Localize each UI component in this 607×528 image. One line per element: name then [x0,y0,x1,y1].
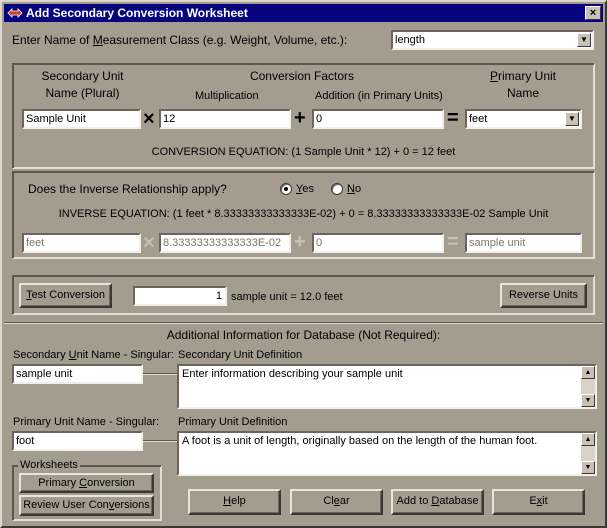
multiplication-input[interactable]: 12 [159,109,291,129]
primary-definition-label: Primary Unit Definition [178,416,288,428]
primary-definition-textarea[interactable]: A foot is a unit of length, originally b… [177,431,597,476]
inverse-yes-radio[interactable] [280,183,292,195]
help-button[interactable]: Help [188,489,281,515]
inverse-equation: INVERSE EQUATION: (1 feet * 8.3333333333… [58,208,549,220]
review-user-conversions-button[interactable]: Review User Conversions [19,495,154,516]
primary-unit-header-1: Primary Unit [489,69,557,83]
inverse-no-radio[interactable] [331,183,343,195]
scroll-up-icon[interactable]: ▲ [581,433,595,446]
primary-unit-header-2: Name [506,86,539,100]
inverse-from-unit: feet [22,233,141,253]
primary-conversion-button[interactable]: Primary Conversion [19,473,154,493]
connector-line [143,440,178,442]
conversion-equation: CONVERSION EQUATION: (1 Sample Unit * 12… [151,146,456,158]
scroll-down-icon[interactable]: ▼ [581,394,595,407]
chevron-down-icon[interactable]: ▼ [577,33,591,47]
measurement-class-combo[interactable]: length ▼ [391,30,594,50]
secondary-unit-header-2: Name (Plural) [45,86,120,100]
inverse-equals-sign: = [447,231,459,253]
app-icon [7,8,23,18]
secondary-unit-input[interactable]: Sample Unit [22,109,141,129]
secondary-definition-label: Secondary Unit Definition [178,349,303,361]
equals-sign: = [447,107,459,129]
inverse-to-unit: sample unit [465,233,582,253]
primary-singular-label: Primary Unit Name - Singular: [13,416,160,428]
plus-sign: + [294,107,306,129]
secondary-definition-scrollbar[interactable]: ▲ ▼ [581,366,595,407]
secondary-definition-textarea[interactable]: Enter information describing your sample… [177,364,597,409]
primary-definition-scrollbar[interactable]: ▲ ▼ [581,433,595,474]
worksheets-group-title: Worksheets [18,459,80,471]
secondary-definition-text: Enter information describing your sample… [182,368,403,380]
measurement-class-label: Enter Name of Measurement Class (e.g. We… [12,33,348,47]
measurement-class-value: length [395,34,425,46]
inverse-yes-label[interactable]: Yes [296,183,314,195]
window-title: Add Secondary Conversion Worksheet [26,6,248,20]
inverse-times-sign: × [143,232,155,254]
exit-button[interactable]: Exit [492,489,585,515]
close-icon: × [589,7,597,19]
multiplication-header: Multiplication [195,90,259,102]
inverse-multiplication: 8.33333333333333E-02 [159,233,291,253]
connector-line [143,373,178,375]
close-button[interactable]: × [585,6,601,20]
primary-definition-text: A foot is a unit of length, originally b… [182,435,538,447]
test-result: sample unit = 12.0 feet [231,291,343,303]
inverse-addition: 0 [312,233,444,253]
test-conversion-button[interactable]: Test Conversion [19,283,112,308]
add-to-database-button[interactable]: Add to Database [391,489,484,515]
scroll-down-icon[interactable]: ▼ [581,461,595,474]
addition-input[interactable]: 0 [312,109,444,129]
additional-info-heading: Additional Information for Database (Not… [166,328,441,342]
worksheet-window: Add Secondary Conversion Worksheet × Ent… [0,0,607,528]
addition-header: Addition (in Primary Units) [315,90,443,102]
secondary-singular-label: Secondary Unit Name - Singular: [13,349,174,361]
scroll-up-icon[interactable]: ▲ [581,366,595,379]
inverse-question: Does the Inverse Relationship apply? [28,182,227,196]
primary-singular-input[interactable]: foot [12,431,143,451]
test-amount-input[interactable]: 1 [133,286,227,306]
reverse-units-button[interactable]: Reverse Units [500,283,587,308]
conversion-factors-header: Conversion Factors [249,69,355,83]
title-bar[interactable]: Add Secondary Conversion Worksheet × [4,4,603,22]
primary-unit-value: feet [469,113,488,125]
times-sign: × [143,108,155,130]
secondary-unit-header-1: Secondary Unit [41,69,124,83]
primary-unit-combo[interactable]: feet ▼ [465,109,582,129]
secondary-singular-input[interactable]: sample unit [12,364,143,384]
inverse-no-label[interactable]: No [347,183,361,195]
clear-button[interactable]: Clear [290,489,383,515]
section-divider [4,322,603,324]
chevron-down-icon[interactable]: ▼ [565,112,579,126]
inverse-plus-sign: + [294,231,306,253]
